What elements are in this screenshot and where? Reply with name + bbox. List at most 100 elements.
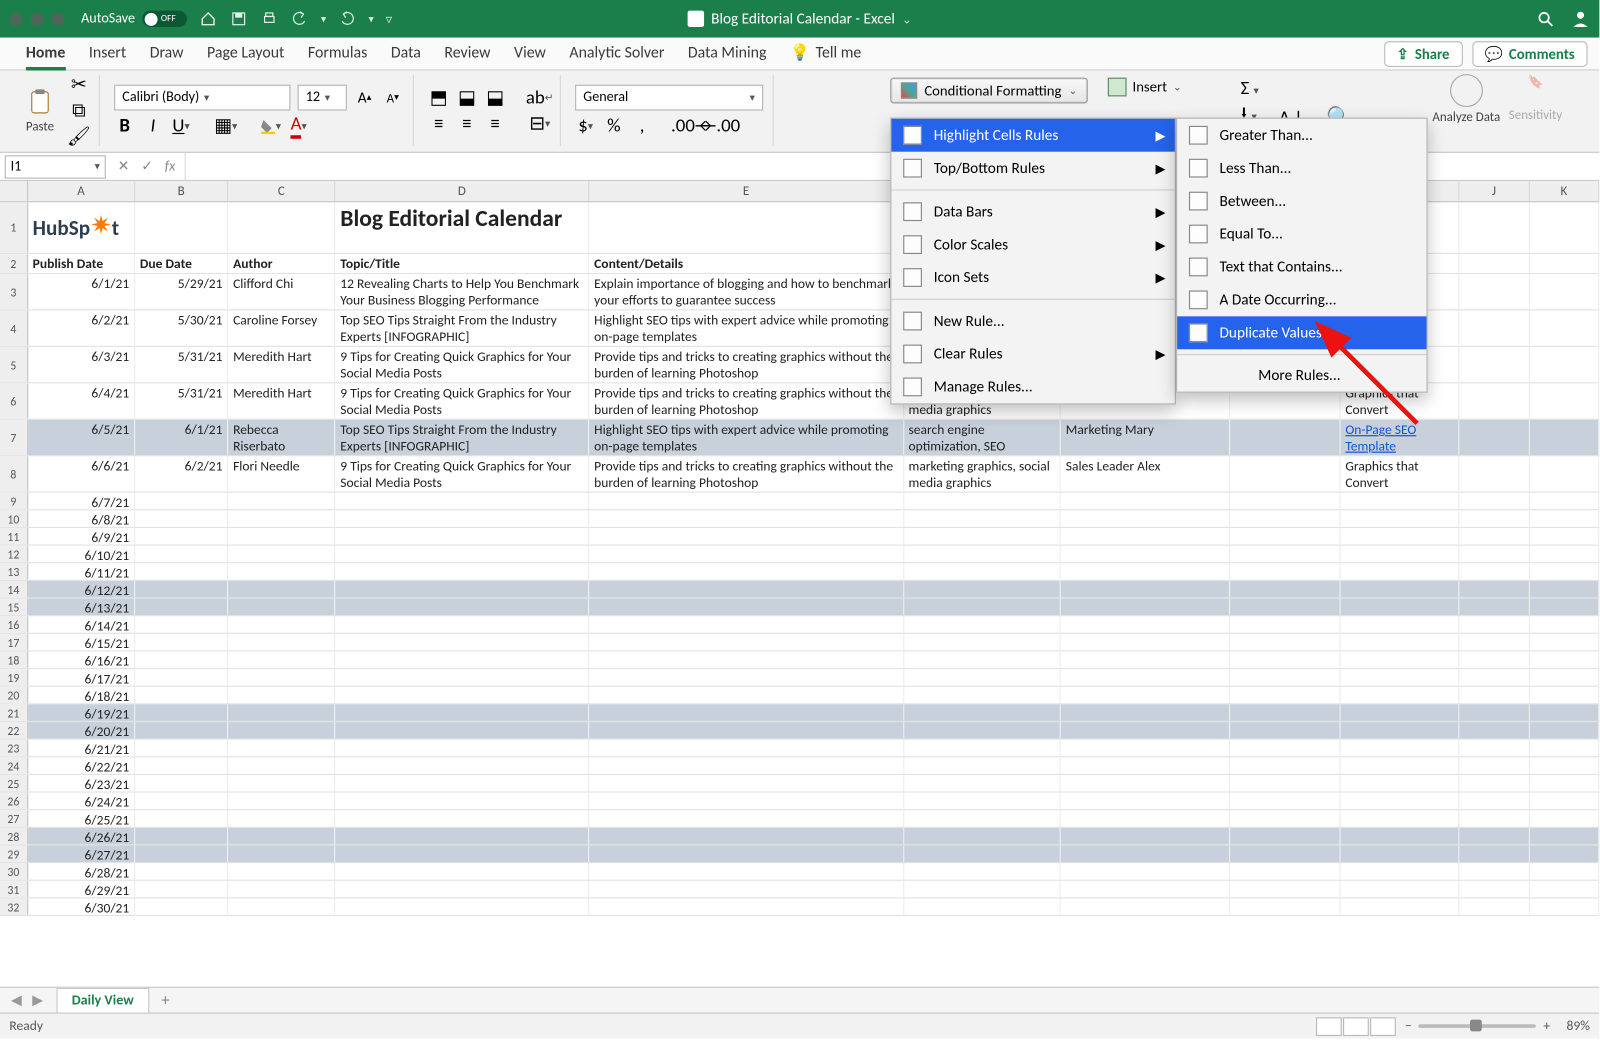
menu-icon-sets[interactable]: Icon Sets▶: [891, 261, 1174, 294]
menu-color-scales[interactable]: Color Scales▶: [891, 228, 1174, 261]
table-row[interactable]: 256/23/21: [0, 775, 1599, 793]
chevron-down-icon[interactable]: ▾: [321, 12, 326, 25]
comments-button[interactable]: 💬Comments: [1472, 41, 1588, 67]
align-right-icon[interactable]: ≡: [485, 113, 506, 134]
font-name-field[interactable]: Calibri (Body)▾: [114, 85, 290, 111]
table-row[interactable]: 96/7/21: [0, 493, 1599, 511]
fill-color-button[interactable]: ▾: [260, 115, 281, 136]
analyze-data-button[interactable]: Analyze Data: [1432, 74, 1500, 125]
zoom-in-icon[interactable]: +: [1543, 1018, 1550, 1034]
zoom-out-icon[interactable]: −: [1405, 1018, 1412, 1034]
tab-view[interactable]: View: [502, 38, 557, 70]
add-sheet-button[interactable]: +: [151, 990, 179, 1010]
table-row[interactable]: 116/9/21: [0, 528, 1599, 546]
autosum-icon[interactable]: Σ ▾: [1241, 78, 1265, 100]
qat-customize-icon[interactable]: ▿: [386, 11, 393, 26]
tab-home[interactable]: Home: [14, 38, 77, 70]
tab-data[interactable]: Data: [379, 38, 432, 70]
name-box[interactable]: I1▾: [5, 155, 106, 179]
decrease-font-icon[interactable]: A▾: [382, 87, 403, 108]
table-row[interactable]: 166/14/21: [0, 616, 1599, 634]
view-switcher[interactable]: [1316, 1017, 1396, 1036]
col-header[interactable]: J: [1460, 181, 1530, 201]
table-row[interactable]: 226/20/21: [0, 722, 1599, 740]
font-size-field[interactable]: 12▾: [298, 85, 347, 111]
fx-icon[interactable]: fx: [165, 158, 175, 174]
save-icon[interactable]: [229, 9, 248, 28]
zoom-level[interactable]: 89%: [1567, 1018, 1590, 1034]
tab-formulas[interactable]: Formulas: [296, 38, 379, 70]
table-row[interactable]: 286/26/21: [0, 828, 1599, 846]
share-button[interactable]: ⇪Share: [1384, 41, 1463, 67]
tab-insert[interactable]: Insert: [77, 38, 138, 70]
align-middle-icon[interactable]: ⬓: [456, 87, 477, 108]
menu-data-bars[interactable]: Data Bars▶: [891, 195, 1174, 228]
submenu-equal-to[interactable]: Equal To...: [1177, 218, 1426, 251]
merge-button[interactable]: ⊟▾: [529, 113, 550, 134]
menu-clear-rules[interactable]: Clear Rules▶: [891, 338, 1174, 371]
italic-button[interactable]: I: [142, 115, 163, 136]
table-row[interactable]: 306/28/21: [0, 863, 1599, 881]
account-icon[interactable]: [1571, 9, 1590, 28]
table-row[interactable]: 326/30/21: [0, 898, 1599, 916]
table-row[interactable]: 296/27/21: [0, 846, 1599, 864]
table-row[interactable]: 236/21/21: [0, 740, 1599, 758]
table-row[interactable]: 206/18/21: [0, 687, 1599, 705]
tab-page-layout[interactable]: Page Layout: [195, 38, 296, 70]
submenu-text-contains[interactable]: Text that Contains...: [1177, 250, 1426, 283]
col-header[interactable]: D: [335, 181, 589, 201]
col-header[interactable]: B: [135, 181, 228, 201]
table-row[interactable]: 106/8/21: [0, 510, 1599, 528]
table-row[interactable]: 316/29/21: [0, 881, 1599, 899]
wrap-text-icon[interactable]: ab↵: [529, 87, 550, 108]
table-row[interactable]: 186/16/21: [0, 652, 1599, 670]
cut-icon[interactable]: ✂: [68, 74, 89, 95]
submenu-date-occurring[interactable]: A Date Occurring...: [1177, 283, 1426, 316]
search-icon[interactable]: [1536, 9, 1555, 28]
cancel-icon[interactable]: ✕: [118, 158, 130, 176]
chevron-down-icon[interactable]: ⌄: [902, 11, 912, 26]
menu-highlight-cells-rules[interactable]: Highlight Cells Rules▶: [891, 119, 1174, 152]
col-header[interactable]: E: [589, 181, 904, 201]
print-icon[interactable]: [260, 9, 279, 28]
col-header[interactable]: C: [228, 181, 335, 201]
menu-manage-rules[interactable]: Manage Rules...: [891, 370, 1174, 403]
tell-me[interactable]: 💡Tell me: [778, 38, 873, 70]
insert-cells-button[interactable]: Insert⌄: [1108, 78, 1182, 97]
redo-icon[interactable]: [338, 9, 357, 28]
enter-icon[interactable]: ✓: [141, 158, 153, 176]
undo-icon[interactable]: [290, 9, 309, 28]
align-bottom-icon[interactable]: ⬓: [485, 87, 506, 108]
align-left-icon[interactable]: ≡: [428, 113, 449, 134]
tab-analytic-solver[interactable]: Analytic Solver: [558, 38, 676, 70]
autosave-toggle[interactable]: AutoSave OFF: [81, 11, 187, 27]
bold-button[interactable]: B: [114, 115, 135, 136]
paste-button[interactable]: Paste: [19, 85, 61, 136]
select-all-corner[interactable]: [0, 181, 28, 201]
col-header[interactable]: A: [28, 181, 135, 201]
window-controls[interactable]: [9, 12, 64, 25]
table-row[interactable]: 266/24/21: [0, 793, 1599, 811]
align-top-icon[interactable]: ⬒: [428, 87, 449, 108]
underline-button[interactable]: U▾: [171, 115, 192, 136]
table-row[interactable]: 176/15/21: [0, 634, 1599, 652]
submenu-less-than[interactable]: Less Than...: [1177, 152, 1426, 185]
table-row[interactable]: 156/13/21: [0, 599, 1599, 617]
align-center-icon[interactable]: ≡: [456, 113, 477, 134]
table-row[interactable]: 146/12/21: [0, 581, 1599, 599]
submenu-greater-than[interactable]: Greater Than...: [1177, 119, 1426, 152]
menu-new-rule[interactable]: New Rule...: [891, 305, 1174, 338]
table-row[interactable]: 126/10/21: [0, 546, 1599, 564]
increase-font-icon[interactable]: A▴: [354, 87, 375, 108]
format-painter-icon[interactable]: 🖌: [68, 126, 89, 147]
col-header[interactable]: K: [1529, 181, 1599, 201]
currency-icon[interactable]: $▾: [575, 115, 596, 136]
table-row[interactable]: 86/6/216/2/21Flori Needle9 Tips for Crea…: [0, 456, 1599, 492]
sheet-tab-daily-view[interactable]: Daily View: [56, 988, 149, 1013]
menu-top-bottom-rules[interactable]: Top/Bottom Rules▶: [891, 152, 1174, 185]
sheet-nav-prev[interactable]: ◀: [7, 991, 26, 1009]
font-color-button[interactable]: A▾: [288, 115, 309, 136]
tab-data-mining[interactable]: Data Mining: [676, 38, 778, 70]
home-icon[interactable]: [199, 9, 218, 28]
sheet-nav-next[interactable]: ▶: [28, 991, 47, 1009]
